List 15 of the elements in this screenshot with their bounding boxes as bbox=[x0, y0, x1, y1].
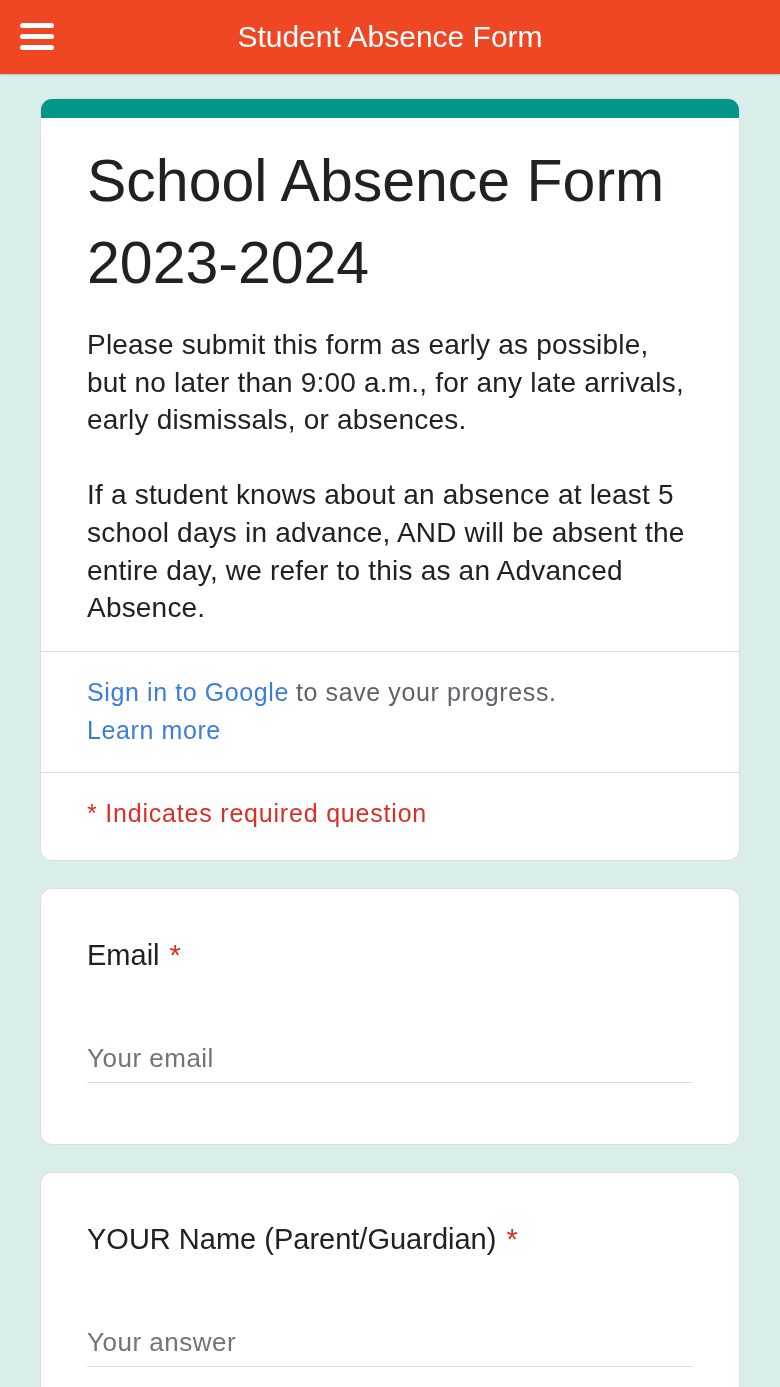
required-asterisk: * bbox=[506, 1221, 518, 1257]
question-label: Email bbox=[87, 937, 160, 973]
sign-in-link[interactable]: Sign in to Google bbox=[87, 677, 289, 706]
required-asterisk: * bbox=[169, 937, 181, 973]
app-title: Student Absence Form bbox=[237, 20, 543, 54]
question-label: YOUR Name (Parent/Guardian) bbox=[87, 1221, 497, 1257]
learn-more-link[interactable]: Learn more bbox=[87, 710, 221, 749]
menu-icon[interactable] bbox=[20, 23, 54, 50]
form-description: If a student knows about an absence at least 5 school days in advance, AND will be absent the entire day, we refer to this as an Advanced Absence. bbox=[87, 478, 686, 626]
sign-in-notice: Sign in to Google to save your progress. bbox=[87, 676, 558, 708]
answer-field[interactable]: Your email bbox=[87, 1035, 693, 1083]
form-title: School Absence Form 2023-2024 bbox=[87, 147, 666, 298]
required-note: * Indicates required question bbox=[87, 797, 429, 829]
answer-field[interactable]: Your answer bbox=[87, 1319, 693, 1367]
form-description: Please submit this form as early as possible, but no later than 9:00 a.m., for any late arrivals, early dismissals, or absences. bbox=[87, 328, 685, 438]
